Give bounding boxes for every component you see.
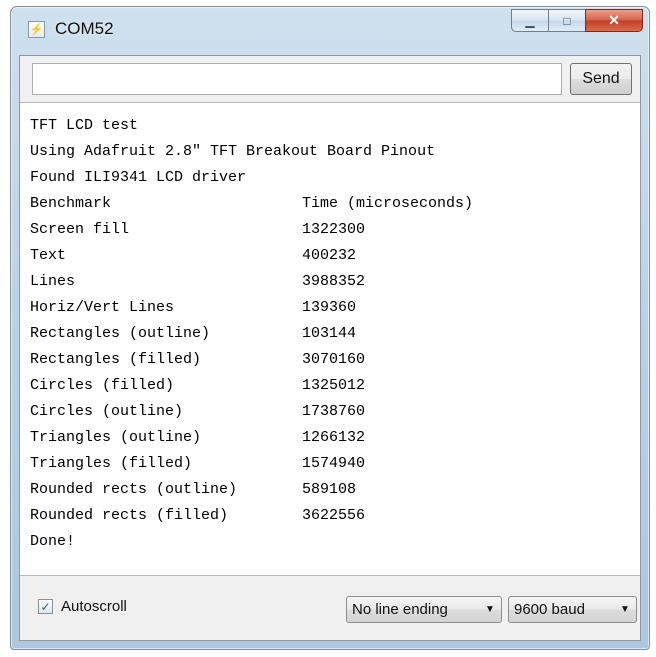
- benchmark-value: 1574940: [302, 455, 366, 472]
- close-button[interactable]: ✕: [585, 9, 643, 32]
- baud-rate-value: 9600 baud: [514, 601, 585, 618]
- benchmark-row: Rectangles (outline) 103144: [30, 321, 473, 347]
- benchmark-name: Rectangles (outline): [30, 325, 211, 342]
- benchmark-row: Horiz/Vert Lines 139360: [30, 295, 473, 321]
- console-text: TFT LCD test Using Adafruit 2.8" TFT Bre…: [30, 113, 473, 555]
- chevron-down-icon: ▼: [485, 604, 495, 615]
- benchmark-row: Circles (outline) 1738760: [30, 399, 473, 425]
- benchmark-name: Circles (filled): [30, 377, 175, 394]
- benchmark-value: 103144: [302, 325, 357, 342]
- console-line: Using Adafruit 2.8" TFT Breakout Board P…: [30, 143, 436, 160]
- benchmark-row: Lines 3988352: [30, 269, 473, 295]
- maximize-icon: □: [563, 13, 571, 28]
- console-line: Found ILI9341 LCD driver: [30, 169, 247, 186]
- benchmark-name: Horiz/Vert Lines: [30, 299, 175, 316]
- benchmark-value: 3622556: [302, 507, 366, 524]
- benchmark-value: 589108: [302, 481, 357, 498]
- benchmark-name: Rectangles (filled): [30, 351, 202, 368]
- benchmark-row: Screen fill 1322300: [30, 217, 473, 243]
- benchmark-row: Triangles (outline) 1266132: [30, 425, 473, 451]
- benchmark-value: 139360: [302, 299, 357, 316]
- benchmark-header-row: Benchmark Time (microseconds): [30, 191, 473, 217]
- autoscroll-label: Autoscroll: [61, 598, 127, 615]
- arduino-serial-icon: ⚡: [28, 21, 45, 38]
- serial-input-field[interactable]: [32, 63, 562, 95]
- baud-rate-select[interactable]: 9600 baud ▼: [508, 596, 637, 623]
- benchmark-value: 3070160: [302, 351, 366, 368]
- serial-output-console[interactable]: TFT LCD test Using Adafruit 2.8" TFT Bre…: [20, 102, 640, 576]
- benchmark-name: Rounded rects (filled): [30, 507, 229, 524]
- benchmark-name: Triangles (outline): [30, 429, 202, 446]
- benchmark-value: 3988352: [302, 273, 366, 290]
- checkmark-icon: ✓: [40, 599, 51, 614]
- title-bar[interactable]: ⚡ COM52 ▁ □ ✕: [11, 7, 649, 55]
- line-ending-select[interactable]: No line ending ▼: [346, 596, 502, 623]
- console-line: TFT LCD test: [30, 117, 139, 134]
- benchmark-row: Circles (filled) 1325012: [30, 373, 473, 399]
- window-title: COM52: [55, 19, 114, 38]
- benchmark-row: Triangles (filled) 1574940: [30, 451, 473, 477]
- benchmark-row: Rectangles (filled) 3070160: [30, 347, 473, 373]
- benchmark-value: 1325012: [302, 377, 366, 394]
- benchmark-header-name: Benchmark: [30, 195, 112, 212]
- bottom-bar: ✓ Autoscroll No line ending ▼ 9600 baud …: [20, 576, 640, 640]
- benchmark-name: Screen fill: [30, 221, 130, 238]
- benchmark-value: 1738760: [302, 403, 366, 420]
- close-icon: ✕: [608, 12, 620, 28]
- benchmark-row: Rounded rects (outline) 589108: [30, 477, 473, 503]
- send-row: Send: [32, 63, 632, 97]
- benchmark-name: Lines: [30, 273, 76, 290]
- window-controls: ▁ □ ✕: [511, 9, 643, 32]
- benchmark-row: Text 400232: [30, 243, 473, 269]
- benchmark-name: Circles (outline): [30, 403, 184, 420]
- maximize-button[interactable]: □: [548, 9, 585, 32]
- minimize-icon: ▁: [525, 13, 535, 28]
- benchmark-name: Rounded rects (outline): [30, 481, 238, 498]
- serial-monitor-client: Send TFT LCD test Using Adafruit 2.8" TF…: [19, 55, 641, 641]
- chevron-down-icon: ▼: [620, 604, 630, 615]
- benchmark-value: 1266132: [302, 429, 366, 446]
- send-button[interactable]: Send: [570, 63, 632, 95]
- benchmark-value: 400232: [302, 247, 357, 264]
- benchmark-name: Triangles (filled): [30, 455, 193, 472]
- benchmark-name: Text: [30, 247, 67, 264]
- autoscroll-checkbox[interactable]: ✓: [38, 599, 53, 614]
- benchmark-header-value: Time (microseconds): [302, 195, 474, 212]
- console-line: Done!: [30, 533, 76, 550]
- benchmark-row: Rounded rects (filled) 3622556: [30, 503, 473, 529]
- line-ending-value: No line ending: [352, 601, 448, 618]
- autoscroll-toggle[interactable]: ✓ Autoscroll: [38, 598, 127, 615]
- minimize-button[interactable]: ▁: [511, 9, 548, 32]
- serial-monitor-window: ⚡ COM52 ▁ □ ✕ Send TFT LCD test Using Ad…: [10, 6, 650, 650]
- benchmark-value: 1322300: [302, 221, 366, 238]
